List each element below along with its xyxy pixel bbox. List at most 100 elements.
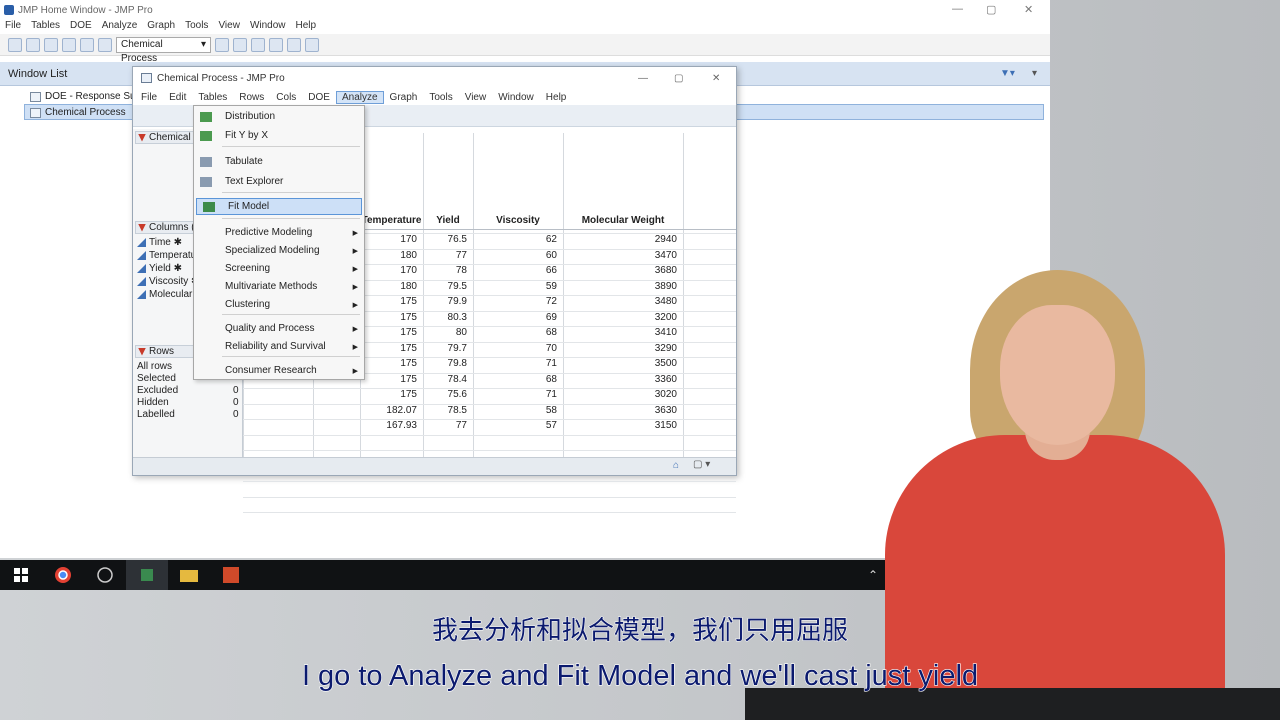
menu-item[interactable]: Text Explorer [194, 173, 364, 190]
table-cell[interactable]: 66 [473, 265, 557, 276]
windows-start-icon[interactable] [0, 560, 42, 590]
red-triangle-icon[interactable] [138, 133, 146, 142]
dt-menu-item[interactable]: Rows [233, 92, 270, 103]
table-cell[interactable]: 68 [473, 327, 557, 338]
table-cell[interactable]: 57 [473, 420, 557, 431]
column-header[interactable]: Viscosity [473, 215, 563, 226]
table-cell[interactable]: 62 [473, 234, 557, 245]
column-item[interactable]: Yield ✱ [137, 263, 182, 274]
journal-icon[interactable] [98, 37, 112, 52]
menu-item[interactable]: Specialized Modeling ▶ [194, 242, 364, 259]
new-table-icon[interactable] [8, 37, 22, 52]
table-selector[interactable]: Chemical Process ▾ [116, 36, 211, 64]
save-icon[interactable] [62, 37, 76, 52]
table-cell[interactable]: 77 [423, 420, 467, 431]
table-cell[interactable]: 78.5 [423, 405, 467, 416]
close-icon[interactable]: ✕ [712, 73, 720, 84]
table-cell[interactable]: 175 [360, 327, 417, 338]
table-cell[interactable]: 71 [473, 358, 557, 369]
tree-item-chemical-process[interactable]: Chemical Process [30, 107, 126, 118]
menu-item[interactable]: Fit Y by X [194, 127, 364, 144]
table-cell[interactable]: 68 [473, 374, 557, 385]
dt-menu-item[interactable]: Cols [270, 92, 302, 103]
dt-menu-item[interactable]: Window [492, 92, 540, 103]
dt-menu-item[interactable]: Analyze [335, 90, 384, 104]
table-cell[interactable]: 3500 [563, 358, 677, 369]
dt-menu-item[interactable]: DOE [302, 92, 336, 103]
table-cell[interactable]: 3480 [563, 296, 677, 307]
table-cell[interactable]: 3020 [563, 389, 677, 400]
distribution-tool-icon[interactable] [233, 37, 247, 52]
fit-y-tool-icon[interactable] [251, 37, 265, 52]
dt-menu-item[interactable]: View [459, 92, 493, 103]
collapse-icon[interactable]: ▾ [1032, 68, 1037, 79]
table-cell[interactable]: 175 [360, 389, 417, 400]
table-cell[interactable]: 79.5 [423, 281, 467, 292]
table-cell[interactable]: 75.6 [423, 389, 467, 400]
table-cell[interactable]: 167.93 [360, 420, 417, 431]
table-cell[interactable]: 79.9 [423, 296, 467, 307]
tree-item-doe[interactable]: DOE - Response Surf [30, 91, 142, 102]
red-triangle-icon[interactable] [138, 347, 146, 356]
table-cell[interactable]: 180 [360, 281, 417, 292]
column-item[interactable]: Temperatu [137, 250, 196, 261]
menu-item[interactable]: Fit Model [196, 198, 362, 215]
file-explorer-icon[interactable] [168, 560, 210, 590]
dt-menu-item[interactable]: Graph [384, 92, 424, 103]
powerpoint-icon[interactable] [210, 560, 252, 590]
table-cell[interactable]: 78.4 [423, 374, 467, 385]
menu-item[interactable]: Predictive Modeling ▶ [194, 224, 364, 241]
table-cell[interactable]: 78 [423, 265, 467, 276]
home-menu-item[interactable]: Window [245, 20, 291, 34]
home-menu-item[interactable]: View [213, 20, 245, 34]
menu-item[interactable]: Clustering ▶ [194, 296, 364, 313]
minimize-icon[interactable]: — [638, 73, 648, 84]
table-cell[interactable]: 58 [473, 405, 557, 416]
home-menu-item[interactable]: Tools [180, 20, 213, 34]
table-cell[interactable]: 60 [473, 250, 557, 261]
table-cell[interactable]: 3360 [563, 374, 677, 385]
run-script-icon[interactable] [215, 37, 229, 52]
dt-menu-item[interactable]: Edit [163, 92, 192, 103]
home-menu-item[interactable]: Help [291, 20, 322, 34]
table-cell[interactable]: 2940 [563, 234, 677, 245]
column-item[interactable]: Molecular [137, 289, 192, 300]
menu-item[interactable]: Quality and Process ▶ [194, 320, 364, 337]
home-menu-item[interactable]: File [0, 20, 26, 34]
table-cell[interactable]: 3200 [563, 312, 677, 323]
table-cell[interactable]: 3470 [563, 250, 677, 261]
menu-item[interactable]: Tabulate [194, 153, 364, 170]
dt-menu-item[interactable]: Tables [192, 92, 233, 103]
table-cell[interactable]: 3410 [563, 327, 677, 338]
home-menu-item[interactable]: DOE [65, 20, 97, 34]
column-header[interactable]: Molecular Weight [563, 215, 683, 226]
close-icon[interactable]: ✕ [1024, 3, 1033, 16]
menu-item[interactable]: Reliability and Survival ▶ [194, 338, 364, 355]
table-cell[interactable]: 175 [360, 343, 417, 354]
table-cell[interactable]: 59 [473, 281, 557, 292]
home-menu-item[interactable]: Graph [142, 20, 180, 34]
column-item[interactable]: Viscosity ✱ [137, 276, 199, 287]
table-cell[interactable]: 175 [360, 296, 417, 307]
filter-icon[interactable]: ▼▾ [1000, 68, 1015, 79]
table-cell[interactable]: 69 [473, 312, 557, 323]
window-menu-icon[interactable]: ▢ ▾ [693, 459, 710, 470]
table-cell[interactable]: 80.3 [423, 312, 467, 323]
table-cell[interactable]: 70 [473, 343, 557, 354]
table-cell[interactable]: 170 [360, 265, 417, 276]
table-cell[interactable]: 71 [473, 389, 557, 400]
table-cell[interactable]: 3630 [563, 405, 677, 416]
home-menu-item[interactable]: Analyze [97, 20, 143, 34]
column-item[interactable]: Time ✱ [137, 237, 182, 248]
column-header[interactable]: Temperature [360, 215, 423, 226]
menu-item[interactable]: Distribution [194, 108, 364, 125]
table-cell[interactable]: 76.5 [423, 234, 467, 245]
table-cell[interactable]: 170 [360, 234, 417, 245]
open-icon[interactable] [44, 37, 58, 52]
app-icon[interactable] [84, 560, 126, 590]
red-triangle-icon[interactable] [138, 223, 146, 232]
import-icon[interactable] [80, 37, 94, 52]
home-menu-item[interactable]: Tables [26, 20, 65, 34]
chevron-up-icon[interactable]: ⌃ [868, 568, 878, 582]
table-cell[interactable]: 175 [360, 374, 417, 385]
